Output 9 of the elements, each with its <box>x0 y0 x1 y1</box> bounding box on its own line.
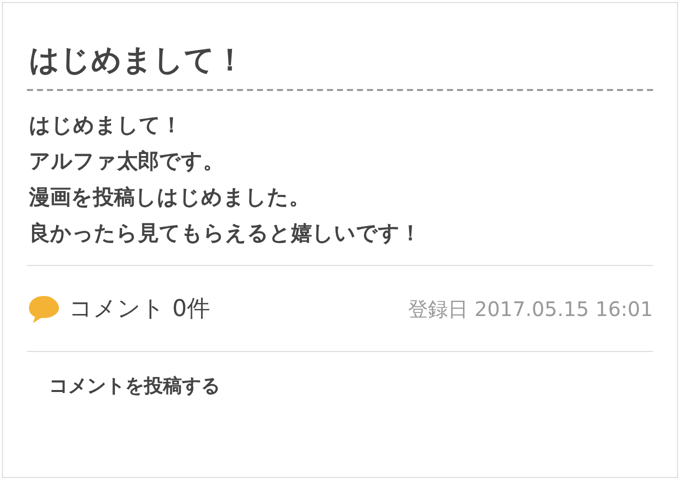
body-text: はじめまして！ <box>29 112 183 139</box>
post-title: はじめまして！ <box>27 41 653 91</box>
body-text: 良かったら見てもらえると嬉しいです！ <box>29 220 422 247</box>
body-text: 漫画を投稿しはじめました。 <box>29 184 311 211</box>
comment-count: コメント 0件 <box>69 294 210 324</box>
speech-bubble-icon <box>27 294 61 324</box>
post-comment-link[interactable]: コメントを投稿する <box>49 375 220 397</box>
registered-date: 登録日 2017.05.15 16:01 <box>408 296 653 322</box>
body-text: アルファ太郎です。 <box>29 148 225 175</box>
